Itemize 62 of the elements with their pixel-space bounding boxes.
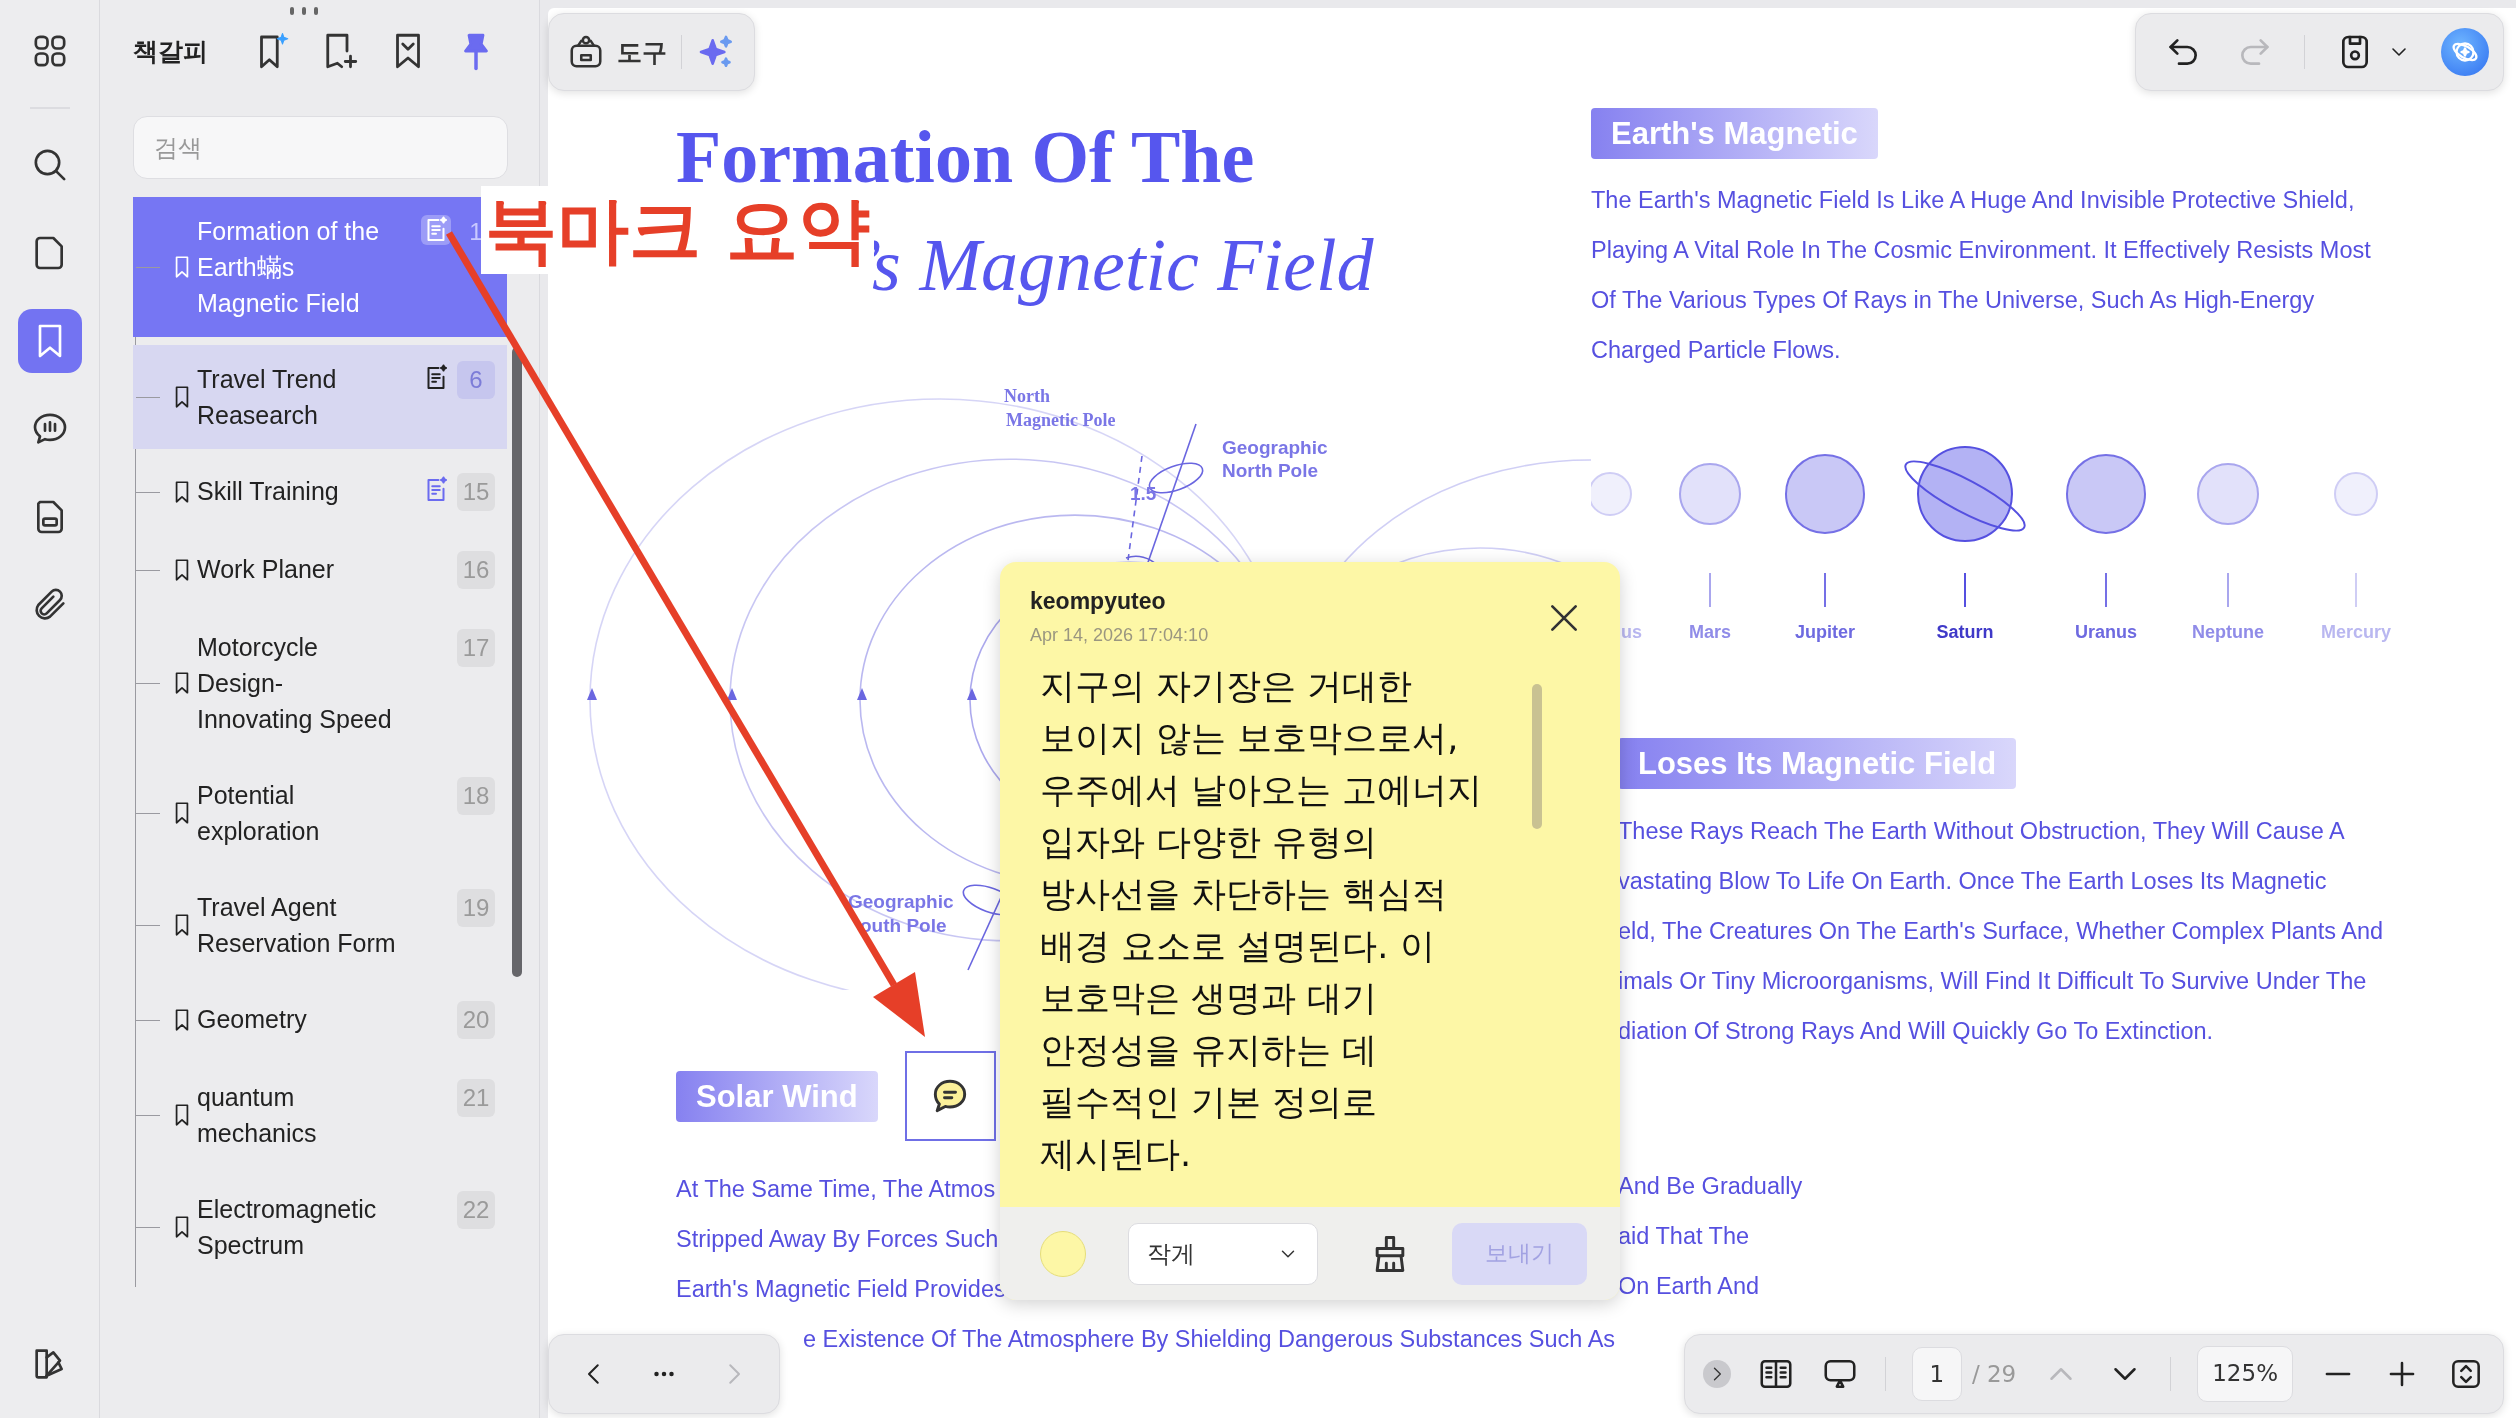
planet-drawing [1679, 463, 1741, 525]
page-field[interactable]: 1 [1911, 1347, 1962, 1401]
assistant-button[interactable] [2441, 28, 2489, 76]
bookmark-item[interactable]: Motorcycle Design-Innovating Speed 17 [133, 613, 507, 753]
section-heading: Loses Its Magnetic Field [1618, 738, 2017, 789]
tools-button[interactable]: 도구 [567, 33, 667, 71]
body-text: These Rays Reach The Earth Without Obstruction, They Will Cause A [1618, 817, 2345, 846]
body-text: Earth's Magnetic Field Provides [676, 1275, 1006, 1304]
page-total: / 29 [1971, 1361, 2017, 1387]
page-number: 15 [457, 473, 495, 511]
page-number: 22 [457, 1191, 495, 1229]
bookmark-item[interactable]: Skill Training 15 [133, 457, 507, 527]
search-field[interactable]: 검색 [133, 116, 508, 179]
body-text: diation Of Strong Rays And Will Quickly Go To Extinction. [1618, 1017, 2214, 1046]
section-heading: Solar Wind [676, 1070, 878, 1122]
planet-label: Mars [1689, 622, 1731, 642]
page-number: 20 [457, 1001, 495, 1039]
page-number: 19 [457, 889, 495, 927]
sidebar-tab[interactable] [17, 309, 82, 373]
zoom-field[interactable]: 125% [2197, 1346, 2293, 1402]
color-swatch[interactable] [1040, 1230, 1086, 1277]
section-heading: Earth's Magnetic [1591, 108, 1878, 159]
body-text: Playing A Vital Role In The Cosmic Environment. It Effectively Resists Most [1591, 236, 2371, 265]
bookmark-item[interactable]: quantum mechanics 21 [133, 1063, 507, 1167]
bookmark-item[interactable]: Geometry 20 [133, 985, 507, 1055]
body-text: aid That The [1618, 1222, 1750, 1251]
page-number: 16 [457, 551, 495, 589]
body-text: e Existence Of The Atmosphere By Shielding Dangerous Substances Such As [802, 1325, 1616, 1354]
body-text: vastating Blow To Life On Earth. Once The Earth Loses Its Magnetic [1618, 867, 2327, 896]
toolbox-icon [567, 33, 605, 71]
planet-drawing [1591, 472, 1632, 516]
bookmark-item[interactable]: Travel Agent Reservation Form 19 [133, 873, 507, 977]
comment-marker[interactable] [904, 1051, 996, 1141]
body-text: And Be Gradually [1618, 1172, 1803, 1201]
planet-label: Neptune [2192, 622, 2264, 642]
body-text: Charged Particle Flows. [1591, 336, 1841, 365]
planet-label: Uranus [2075, 622, 2137, 642]
page-number: 21 [457, 1079, 495, 1117]
body-text: On Earth And [1618, 1272, 1760, 1301]
body-text: Stripped Away By Forces Such [676, 1225, 999, 1254]
bookmark-item[interactable]: Travel Trend Reasearch 6 [133, 345, 507, 449]
page-number: 6 [457, 361, 495, 399]
bookmark-item[interactable]: Potential exploration 18 [133, 761, 507, 865]
planet-label: Mercury [2321, 622, 2391, 642]
font-size-dropdown[interactable]: 작게 [1128, 1222, 1318, 1285]
bookmark-item[interactable]: Electromagnetic Spectrum 22 [133, 1175, 507, 1279]
bookmark-item[interactable]: Work Planer 16 [133, 535, 507, 605]
body-text: Of The Various Types Of Rays in The Universe, Such As High-Energy [1591, 286, 2315, 315]
page-number: 17 [457, 629, 495, 667]
body-text: imals Or Tiny Microorganisms, Will Find It Difficult To Survive Under The [1618, 967, 2367, 996]
body-text: The Earth's Magnetic Field Is Like A Huge And Invisible Protective Shield, [1591, 186, 2355, 215]
panel-title: 책갈피 [133, 35, 209, 68]
planet-label: us [1621, 622, 1642, 642]
scrollbar[interactable] [512, 347, 522, 977]
body-text: eld, The Creatures On The Earth's Surface, Whether Complex Plants And [1618, 917, 2384, 946]
planet-drawing [2334, 472, 2378, 516]
body-text: At The Same Time, The Atmos [676, 1175, 996, 1204]
page-number: 18 [457, 777, 495, 815]
planet-label: Jupiter [1795, 622, 1855, 642]
planet-drawing [2197, 463, 2259, 525]
expand-button[interactable] [1702, 1360, 1731, 1388]
planet-label: Saturn [1936, 622, 1994, 642]
